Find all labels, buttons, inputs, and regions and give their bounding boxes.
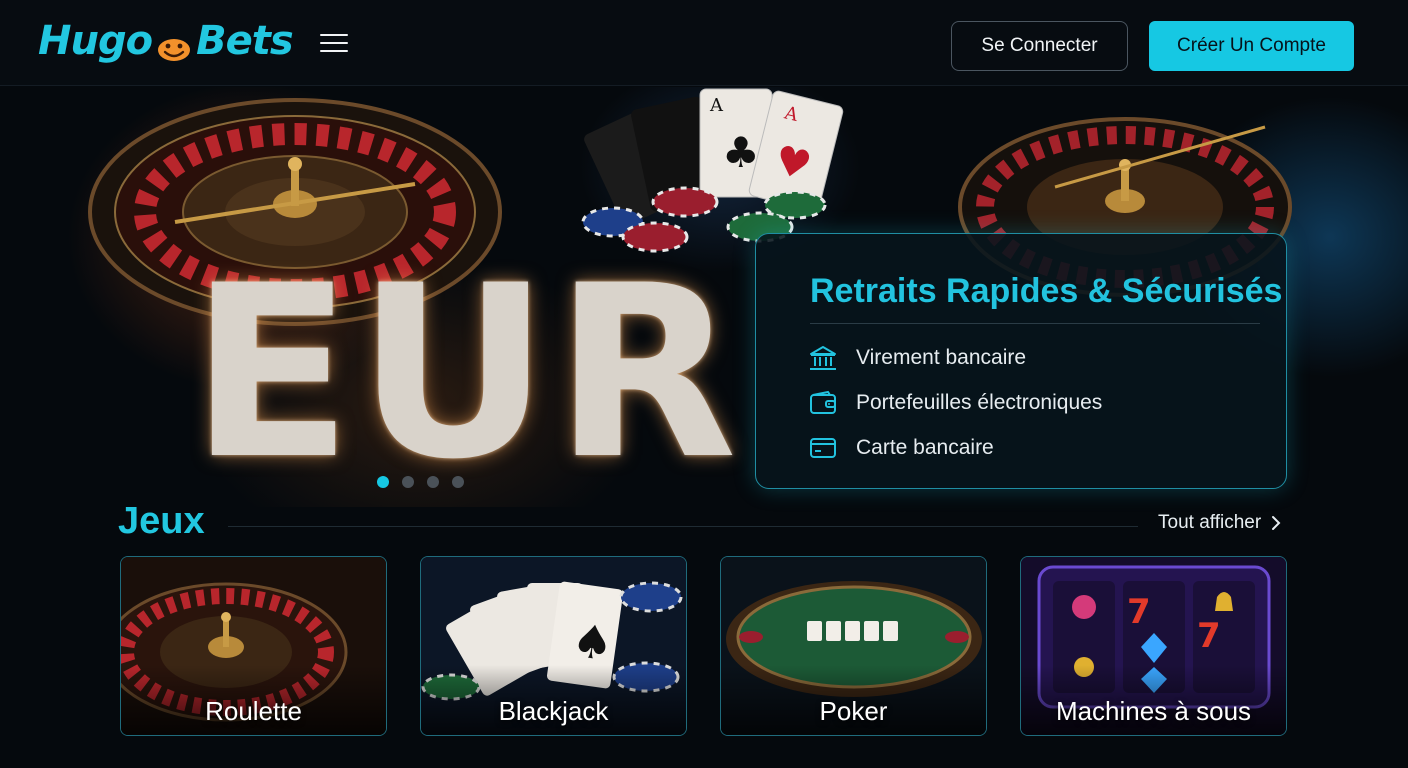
panel-title: Retraits Rapides & Sécurisés: [810, 272, 1283, 310]
hamburger-menu-icon[interactable]: [320, 34, 348, 56]
payment-method-label: Virement bancaire: [856, 346, 1027, 369]
payment-method-bank: Virement bancaire: [808, 343, 1026, 373]
svg-text:♠: ♠: [569, 613, 617, 672]
payment-method-ewallet: Portefeuilles électroniques: [808, 388, 1102, 418]
game-card-slots[interactable]: 7 7 Machines à sous: [1020, 556, 1287, 736]
section-divider: [228, 526, 1138, 527]
top-header: Hugo Bets Se Connecter Créer Un Compte: [0, 0, 1408, 86]
logo-text-right: Bets: [196, 18, 294, 64]
bank-icon: [810, 346, 836, 370]
see-all-link[interactable]: Tout afficher: [1158, 512, 1281, 534]
register-button[interactable]: Créer Un Compte: [1149, 21, 1354, 71]
svg-text:A: A: [709, 95, 724, 116]
carousel-indicators: [377, 476, 464, 488]
panel-divider: [810, 323, 1260, 324]
carousel-dot-4[interactable]: [452, 476, 464, 488]
game-card-label: Roulette: [205, 696, 302, 726]
payment-method-label: Portefeuilles électroniques: [856, 391, 1103, 414]
hugobets-logo[interactable]: Hugo Bets: [38, 18, 294, 64]
game-card-poker[interactable]: Poker: [720, 556, 987, 736]
payment-method-label: Carte bancaire: [856, 436, 994, 459]
payment-method-card: Carte bancaire: [808, 433, 994, 463]
carousel-dot-1[interactable]: [377, 476, 389, 488]
hero-headline: EUR: [190, 235, 742, 507]
game-card-label: Machines à sous: [1055, 696, 1252, 726]
carousel-dot-2[interactable]: [402, 476, 414, 488]
svg-text:7: 7: [1197, 616, 1221, 656]
see-all-label: Tout afficher: [1158, 512, 1262, 533]
game-card-label: Poker: [819, 696, 888, 726]
credit-card-icon: [810, 438, 836, 458]
wallet-icon: [810, 390, 836, 414]
logo-text-left: Hugo: [38, 18, 153, 64]
login-button[interactable]: Se Connecter: [951, 21, 1128, 71]
games-section-title: Jeux: [118, 500, 205, 542]
game-card-label: Blackjack: [498, 696, 609, 726]
carousel-dot-3[interactable]: [427, 476, 439, 488]
game-card-roulette[interactable]: Roulette: [120, 556, 387, 736]
chevron-right-icon: [1272, 516, 1281, 530]
game-card-blackjack[interactable]: ♠ Blackjack: [420, 556, 687, 736]
withdrawal-info-panel: Retraits Rapides & Sécurisés Virement ba…: [755, 233, 1287, 489]
logo-smiley-icon: [156, 27, 192, 61]
svg-text:7: 7: [1127, 592, 1151, 632]
